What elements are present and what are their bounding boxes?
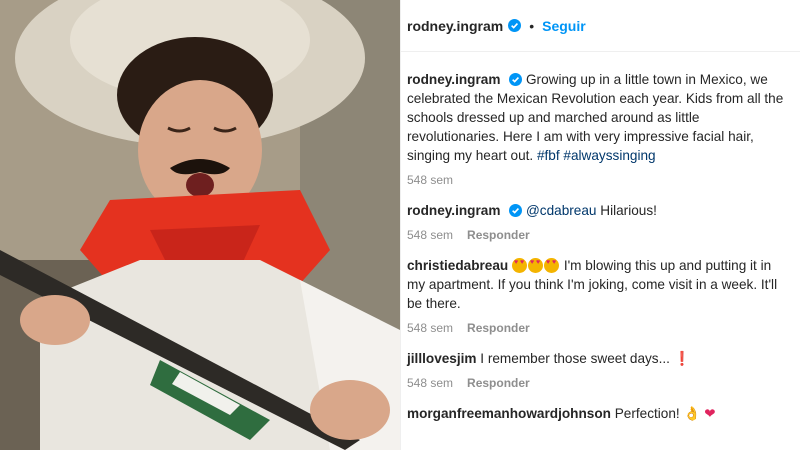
heart-eyes-emoji-icon: [528, 258, 544, 273]
comment-time: 548 sem: [407, 376, 454, 390]
comment-list: rodney.ingram Growing up in a little tow…: [401, 52, 800, 423]
heart-emoji-icon: ❤: [704, 406, 716, 421]
post-header: rodney.ingram • Seguir: [401, 0, 800, 52]
comment-username[interactable]: rodney.ingram: [407, 72, 500, 87]
comment-time: 548 sem: [407, 228, 454, 242]
header-username[interactable]: rodney.ingram: [407, 18, 503, 34]
reply-button[interactable]: Responder: [467, 321, 530, 335]
comment-username[interactable]: morganfreemanhowardjohnson: [407, 406, 611, 421]
reply-button[interactable]: Responder: [467, 228, 530, 242]
verified-badge-icon: [509, 204, 523, 217]
exclamation-emoji-icon: ❗: [673, 351, 691, 366]
list-item: morganfreemanhowardjohnson Perfection! 👌…: [407, 404, 790, 423]
list-item: christiedabreau I'm blowing this up and …: [407, 256, 790, 335]
comments-panel: rodney.ingram • Seguir rodney.ingram Gro…: [400, 0, 800, 450]
post-photo[interactable]: [0, 0, 400, 450]
verified-badge-icon: [508, 19, 522, 32]
caption-comment: rodney.ingram Growing up in a little tow…: [407, 70, 790, 187]
comment-time: 548 sem: [407, 321, 454, 335]
list-item: rodney.ingram @cdabreau Hilarious! 548 s…: [407, 201, 790, 242]
heart-eyes-emoji-icon: [512, 258, 528, 273]
comment-username[interactable]: rodney.ingram: [407, 203, 500, 218]
heart-eyes-emoji-icon: [544, 258, 560, 273]
mention-link[interactable]: @cdabreau: [526, 203, 597, 218]
comment-text: Perfection! 👌: [614, 406, 701, 421]
verified-badge-icon: [509, 73, 523, 86]
comment-text: Hilarious!: [600, 203, 657, 218]
comment-username[interactable]: christiedabreau: [407, 258, 508, 273]
comment-text: I remember those sweet days...: [480, 351, 670, 366]
list-item: jilllovesjim I remember those sweet days…: [407, 349, 790, 390]
reply-button[interactable]: Responder: [467, 376, 530, 390]
separator-dot: •: [529, 17, 535, 34]
hashtag-links[interactable]: #fbf #alwayssinging: [537, 148, 656, 163]
comment-username[interactable]: jilllovesjim: [407, 351, 477, 366]
comment-time: 548 sem: [407, 173, 454, 187]
child-revolutionary-illustration: [0, 0, 400, 450]
follow-button[interactable]: Seguir: [542, 18, 586, 34]
